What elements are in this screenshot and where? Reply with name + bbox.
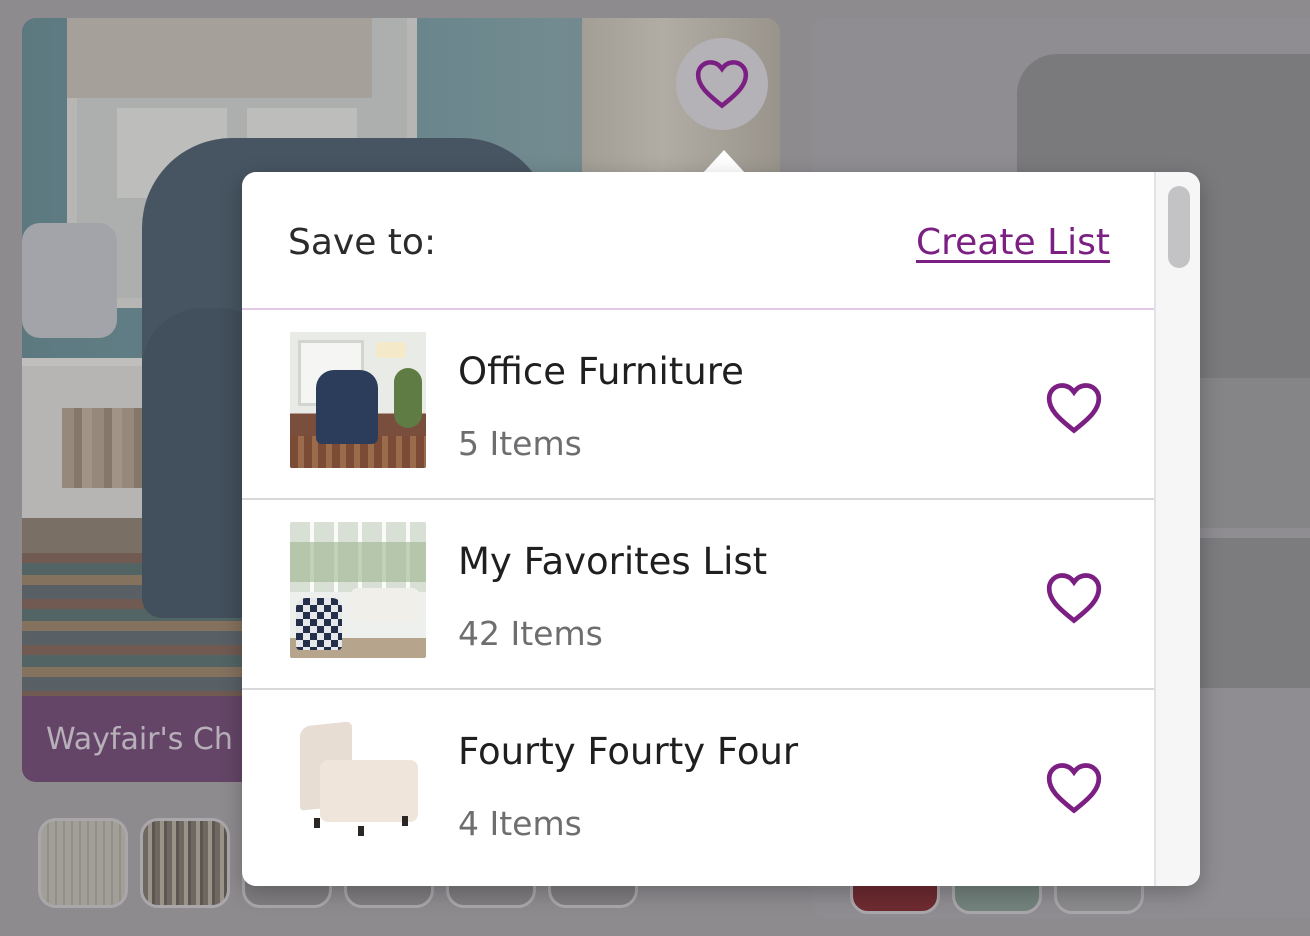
list-item-count: 42 Items [458, 614, 603, 653]
list-name: My Favorites List [458, 540, 768, 583]
list-name: Fourty Fourty Four [458, 730, 799, 773]
save-to-list-popover: Save to: Create List Office Furniture 5 … [242, 172, 1200, 886]
list-item[interactable]: Office Furniture 5 Items [242, 310, 1154, 500]
list-thumbnail [290, 522, 426, 658]
create-list-link[interactable]: Create List [916, 222, 1110, 263]
color-swatch[interactable] [140, 818, 230, 908]
save-to-list-button[interactable] [1042, 758, 1106, 818]
heart-outline-icon [1046, 573, 1102, 624]
list-item[interactable]: My Favorites List 42 Items [242, 500, 1154, 690]
list-name: Office Furniture [458, 350, 744, 393]
color-swatch[interactable] [38, 818, 128, 908]
list-thumbnail [290, 332, 426, 468]
list-item-count: 5 Items [458, 424, 582, 463]
heart-outline-icon [1046, 763, 1102, 814]
popover-caret [702, 150, 746, 174]
scrollbar-thumb[interactable] [1168, 186, 1190, 268]
heart-outline-icon [1046, 383, 1102, 434]
popover-title: Save to: [288, 222, 437, 263]
save-to-list-button[interactable] [1042, 568, 1106, 628]
favorite-toggle-button[interactable] [676, 38, 768, 130]
popover-scrollbar[interactable] [1154, 172, 1200, 886]
list-item-count: 4 Items [458, 804, 582, 843]
popover-header: Save to: Create List [242, 172, 1154, 310]
heart-outline-icon [695, 60, 749, 109]
save-to-list-button[interactable] [1042, 378, 1106, 438]
list-item[interactable]: Fourty Fourty Four 4 Items [242, 690, 1154, 880]
list-thumbnail [290, 712, 426, 848]
